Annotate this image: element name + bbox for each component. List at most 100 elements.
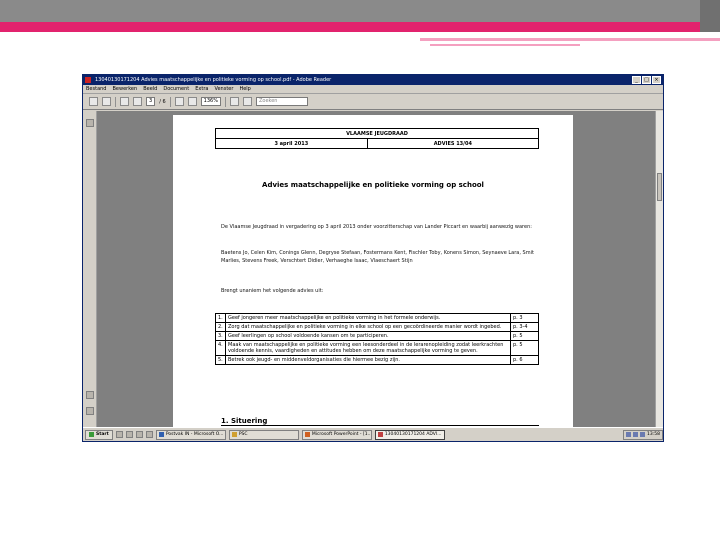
header-date: 3 april 2013	[215, 138, 368, 149]
next-page-icon[interactable]	[133, 97, 142, 106]
taskbar-item-psc[interactable]: PSC	[228, 429, 299, 440]
table-row: 1. Geef jongeren meer maatschappelijke e…	[215, 313, 539, 323]
slide-top-band	[0, 0, 720, 22]
folder-icon	[231, 432, 237, 437]
lead-paragraph: Brengt unaniem het volgende advies uit:	[221, 288, 324, 294]
table-row: 3. Geef leerlingen op school voldoende k…	[215, 331, 539, 341]
row-text: Betrek ook jeugd- en middenveldorganisat…	[225, 355, 511, 365]
menu-edit[interactable]: Bewerken	[112, 85, 137, 93]
task-label: Postvak IN - Microsoft O...	[165, 431, 224, 437]
previous-page-icon[interactable]	[120, 97, 129, 106]
search-input[interactable]: Zoeken	[255, 97, 308, 106]
scrollbar-thumb[interactable]	[657, 173, 662, 201]
menu-view[interactable]: Beeld	[143, 85, 157, 93]
taskbar-item-adobe-reader[interactable]: 13040130171204 ADVI...	[374, 429, 445, 440]
menu-document[interactable]: Document	[163, 85, 189, 93]
row-text: Geef leerlingen op school voldoende kans…	[225, 331, 511, 341]
slide-accent-line-short	[430, 44, 580, 46]
maximize-button[interactable]: □	[642, 76, 651, 84]
table-row: 4. Maak van maatschappelijke en politiek…	[215, 340, 539, 356]
vertical-scrollbar[interactable]	[655, 111, 663, 428]
tray-icon[interactable]	[626, 432, 632, 437]
toolbar-separator	[169, 96, 171, 107]
toolbar: 3 / 6 136% Zoeken	[83, 94, 663, 110]
menu-window[interactable]: Venster	[214, 85, 233, 93]
outlook-icon	[158, 432, 164, 437]
table-row: 5. Betrek ook jeugd- en middenveldorgani…	[215, 355, 539, 365]
page-number-input[interactable]: 3	[146, 97, 156, 106]
quicklaunch-icon[interactable]	[125, 431, 133, 438]
navigation-pane	[83, 111, 97, 428]
quicklaunch-icon[interactable]	[115, 431, 123, 438]
header-organization: VLAAMSE JEUGDRAAD	[215, 128, 539, 139]
toolbar-separator	[224, 96, 226, 107]
attachments-icon[interactable]	[86, 407, 94, 415]
close-button[interactable]: ×	[652, 76, 661, 84]
row-text: Maak van maatschappelijke en politieke v…	[225, 340, 511, 356]
advice-summary-table: 1. Geef jongeren meer maatschappelijke e…	[215, 313, 539, 365]
document-title: Advies maatschappelijke en politieke vor…	[262, 181, 484, 189]
windows-logo-icon	[89, 432, 94, 437]
pages-panel-icon[interactable]	[86, 119, 94, 127]
adobe-reader-icon	[85, 77, 91, 83]
row-page: p. 5	[510, 331, 539, 341]
attendees-paragraph: Baetens Jo, Celen Kim, Conings Glenn, De…	[221, 250, 534, 264]
window-controls: _ □ ×	[632, 76, 661, 84]
tray-icon[interactable]	[633, 432, 639, 437]
pdf-page: VLAAMSE JEUGDRAAD 3 april 2013 ADVIES 13…	[173, 115, 573, 428]
taskbar-item-outlook[interactable]: Postvak IN - Microsoft O...	[155, 429, 226, 440]
system-tray: 13:58	[623, 429, 663, 440]
menu-help[interactable]: Help	[239, 85, 250, 93]
intro-paragraph: De Vlaamse Jeugdraad in vergadering op 3…	[221, 224, 532, 230]
row-number: 2.	[215, 322, 226, 332]
windows-taskbar: Start Postvak IN - Microsoft O... PSC Mi…	[83, 427, 663, 441]
quicklaunch-icon[interactable]	[145, 431, 153, 438]
menu-bar: Bestand Bewerken Beeld Document Extra Ve…	[83, 85, 663, 94]
window-title: 13040130171204 Advies maatschappelijke e…	[95, 77, 332, 83]
task-label: 13040130171204 ADVI...	[384, 431, 442, 437]
adobe-reader-window: 13040130171204 Advies maatschappelijke e…	[82, 74, 664, 442]
slide-accent-line	[420, 38, 720, 41]
quicklaunch-icon[interactable]	[135, 431, 143, 438]
row-number: 4.	[215, 340, 226, 356]
tray-icon[interactable]	[640, 432, 646, 437]
start-button[interactable]: Start	[85, 429, 113, 440]
document-header-table: VLAAMSE JEUGDRAAD 3 april 2013 ADVIES 13…	[215, 128, 540, 149]
start-label: Start	[96, 431, 109, 437]
zoom-in-icon[interactable]	[187, 97, 197, 106]
slide: 13040130171204 Advies maatschappelijke e…	[0, 0, 720, 540]
section-heading: 1. Situering	[221, 417, 539, 426]
document-area: VLAAMSE JEUGDRAAD 3 april 2013 ADVIES 13…	[83, 111, 663, 428]
zoom-out-icon[interactable]	[174, 97, 184, 106]
page-total: / 6	[159, 98, 166, 105]
clock[interactable]: 13:58	[647, 432, 660, 437]
row-number: 5.	[215, 355, 226, 365]
row-text: Geef jongeren meer maatschappelijke en p…	[225, 313, 511, 323]
comments-icon[interactable]	[86, 391, 94, 399]
window-title-bar[interactable]: 13040130171204 Advies maatschappelijke e…	[83, 75, 663, 85]
zoom-input[interactable]: 136%	[200, 97, 221, 106]
task-label: PSC	[238, 431, 248, 437]
row-number: 3.	[215, 331, 226, 341]
row-page: p. 3	[510, 313, 539, 323]
row-text: Zorg dat maatschappelijke en politieke v…	[225, 322, 511, 332]
slide-corner-accent	[700, 0, 720, 32]
powerpoint-icon	[304, 432, 310, 437]
row-page: p. 5	[510, 340, 539, 356]
row-page: p. 3-4	[510, 322, 539, 332]
adobe-reader-icon	[377, 432, 383, 437]
fit-page-icon[interactable]	[229, 97, 239, 106]
menu-file[interactable]: Bestand	[86, 85, 106, 93]
minimize-button[interactable]: _	[632, 76, 641, 84]
email-icon[interactable]	[102, 97, 111, 106]
row-page: p. 6	[510, 355, 539, 365]
menu-tools[interactable]: Extra	[195, 85, 208, 93]
row-number: 1.	[215, 313, 226, 323]
slide-pink-band	[0, 22, 720, 32]
toolbar-separator	[115, 96, 116, 107]
taskbar-item-powerpoint[interactable]: Microsoft PowerPoint - [1...	[301, 429, 372, 440]
table-row: 2. Zorg dat maatschappelijke en politiek…	[215, 322, 539, 332]
header-advice-number: ADVIES 13/04	[366, 138, 540, 149]
print-icon[interactable]	[89, 97, 98, 106]
fit-width-icon[interactable]	[242, 97, 252, 106]
